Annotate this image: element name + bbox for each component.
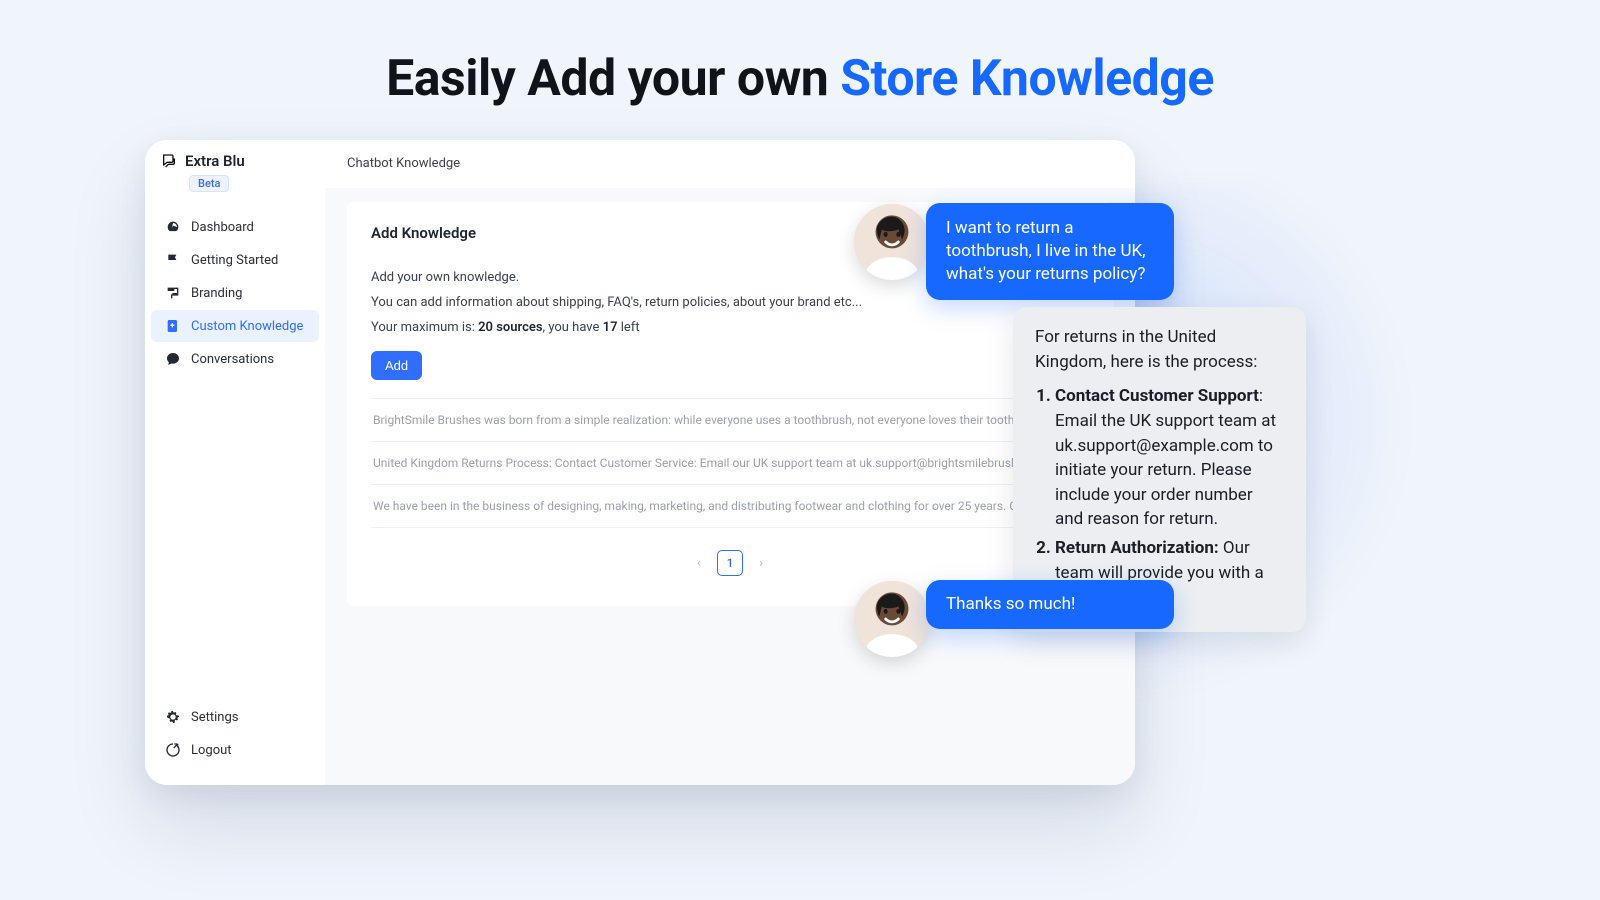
flag-icon <box>165 252 181 268</box>
chat-bot-item-1: Contact Customer Support: Email the UK s… <box>1055 384 1284 532</box>
source-count-line: Your maximum is: 20 sources, you have 17… <box>371 320 1089 335</box>
knowledge-row[interactable]: We have been in the business of designin… <box>371 485 1089 528</box>
page-title: Chatbot Knowledge <box>325 140 1135 188</box>
sidebar-item-label: Branding <box>191 286 242 301</box>
gauge-icon <box>165 219 181 235</box>
sidebar-item-label: Getting Started <box>191 253 278 268</box>
headline-part1: Easily Add your own <box>386 50 840 108</box>
src-suffix: left <box>618 320 640 335</box>
chat-bot-item1-body: : Email the UK support team at uk.suppor… <box>1055 386 1276 529</box>
sidebar-item-logout[interactable]: Logout <box>151 734 319 766</box>
sidebar-nav: Dashboard Getting Started Branding <box>145 204 325 376</box>
sidebar-item-label: Settings <box>191 710 238 725</box>
chat-user-bubble-2: Thanks so much! <box>926 580 1174 629</box>
knowledge-row[interactable]: United Kingdom Returns Process: Contact … <box>371 442 1089 485</box>
chevron-left-icon[interactable]: ‹ <box>697 555 701 571</box>
chat-bot-item-2: Return Authorization: Our team will prov… <box>1055 536 1284 585</box>
src-mid: , you have <box>543 320 603 335</box>
sidebar-item-label: Custom Knowledge <box>191 319 303 334</box>
sidebar-item-label: Logout <box>191 743 232 758</box>
chat-bot-item1-title: Contact Customer Support <box>1055 386 1259 406</box>
chat-bubble-icon <box>165 351 181 367</box>
gear-icon <box>165 709 181 725</box>
sidebar-item-label: Dashboard <box>191 220 254 235</box>
logout-icon <box>165 742 181 758</box>
sidebar-item-label: Conversations <box>191 352 274 367</box>
src-max: 20 sources <box>478 320 542 335</box>
headline-part2: Store Knowledge <box>840 50 1214 108</box>
chat-user-text-2: Thanks so much! <box>946 594 1075 614</box>
knowledge-row[interactable]: BrightSmile Brushes was born from a simp… <box>371 398 1089 442</box>
brand-badge-row: Beta <box>145 172 325 204</box>
sidebar-item-branding[interactable]: Branding <box>151 277 319 309</box>
page-title-text: Chatbot Knowledge <box>347 156 460 171</box>
brand: Extra Blu <box>145 152 325 172</box>
src-prefix: Your maximum is: <box>371 320 478 335</box>
sidebar-item-custom-knowledge[interactable]: Custom Knowledge <box>151 310 319 342</box>
chat-bot-item2-title: Return Authorization: <box>1055 538 1219 558</box>
sidebar-item-settings[interactable]: Settings <box>151 701 319 733</box>
beta-badge: Beta <box>189 175 229 192</box>
sidebar-item-conversations[interactable]: Conversations <box>151 343 319 375</box>
src-remaining: 17 <box>603 320 618 335</box>
chat-user-bubble-1: I want to return a toothbrush, I live in… <box>926 203 1174 300</box>
chat-user-text-1: I want to return a toothbrush, I live in… <box>946 218 1145 284</box>
page-headline: Easily Add your own Store Knowledge <box>0 50 1600 108</box>
brand-logo-icon <box>161 153 177 169</box>
document-plus-icon <box>165 318 181 334</box>
sidebar-item-getting-started[interactable]: Getting Started <box>151 244 319 276</box>
pagination: ‹ 1 › <box>371 550 1089 576</box>
user-avatar <box>854 204 930 280</box>
user-avatar <box>854 581 930 657</box>
sidebar: Extra Blu Beta Dashboard Getting Started <box>145 140 325 785</box>
paint-roller-icon <box>165 285 181 301</box>
brand-name: Extra Blu <box>185 152 245 170</box>
chevron-right-icon[interactable]: › <box>759 555 763 571</box>
pagination-current[interactable]: 1 <box>717 550 743 576</box>
chat-bot-intro: For returns in the United Kingdom, here … <box>1035 325 1284 374</box>
add-knowledge-button[interactable]: Add <box>371 351 422 380</box>
sidebar-item-dashboard[interactable]: Dashboard <box>151 211 319 243</box>
